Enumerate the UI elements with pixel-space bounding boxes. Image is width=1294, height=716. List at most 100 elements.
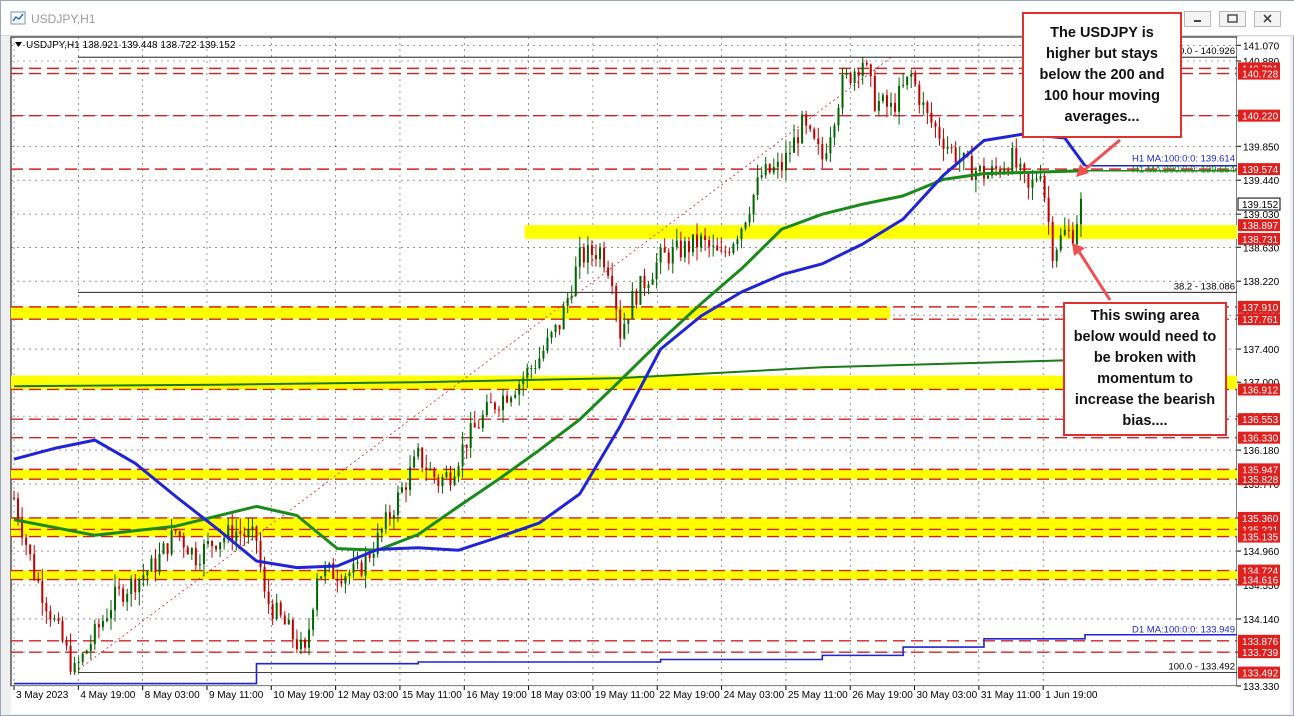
- candle-body: [33, 554, 36, 579]
- candle-body: [162, 543, 165, 554]
- candle-body: [631, 290, 634, 319]
- candle-body: [910, 74, 913, 77]
- candle-body: [1027, 173, 1030, 188]
- x-axis-tick-label: 12 May 03:00: [338, 690, 399, 701]
- price-flag-label: 135.135: [1242, 533, 1279, 544]
- candle-body: [469, 423, 472, 448]
- candle-body: [437, 477, 440, 486]
- candle-body: [41, 581, 44, 603]
- candle-body: [481, 415, 484, 428]
- x-axis-tick-label: 19 May 11:00: [595, 690, 655, 701]
- candle-body: [700, 235, 703, 248]
- candle-body: [801, 114, 804, 144]
- candle-body: [1031, 179, 1034, 188]
- price-flag-label: 140.728: [1242, 70, 1279, 81]
- candle-body: [1079, 198, 1082, 225]
- candle-body: [126, 594, 129, 602]
- price-flag-label: 135.360: [1242, 514, 1279, 525]
- candle-body: [433, 468, 436, 478]
- candle-body: [344, 576, 347, 584]
- candle-body: [663, 247, 666, 253]
- candle-body: [372, 553, 375, 558]
- candle-body: [336, 579, 339, 582]
- candle-body: [392, 515, 395, 519]
- candle-body: [712, 245, 715, 247]
- candle-body: [914, 74, 917, 85]
- x-axis-tick-label: 25 May 11:00: [788, 690, 848, 701]
- y-axis-tick-label: 134.140: [1243, 615, 1280, 626]
- candle-body: [219, 542, 222, 550]
- x-axis-tick-label: 18 May 03:00: [531, 690, 592, 701]
- candle-body: [154, 558, 157, 573]
- candle-body: [405, 487, 408, 490]
- candle-body: [651, 279, 654, 285]
- price-flag-label: 140.220: [1242, 112, 1279, 123]
- candle-body: [748, 214, 751, 223]
- x-axis-tick-label: 10 May 19:00: [273, 690, 334, 701]
- candle-body: [679, 240, 682, 258]
- candle-body: [813, 129, 816, 139]
- candle-body: [978, 165, 981, 171]
- candle-body: [885, 95, 888, 107]
- candle-body: [364, 554, 367, 576]
- y-axis-tick-label: 139.850: [1243, 142, 1280, 153]
- candle-body: [510, 397, 513, 403]
- x-axis-tick-label: 31 May 11:00: [981, 690, 1041, 701]
- price-flag-label: 137.761: [1242, 315, 1279, 326]
- candle-body: [590, 245, 593, 256]
- x-axis-tick-label: 16 May 19:00: [466, 690, 527, 701]
- candle-body: [263, 567, 266, 592]
- candle-body: [190, 548, 193, 555]
- candle-body: [312, 609, 315, 630]
- candle-body: [772, 167, 775, 173]
- candle-body: [360, 562, 363, 576]
- candle-body: [251, 526, 254, 530]
- x-axis-tick-label: 9 May 11:00: [209, 690, 264, 701]
- y-axis-tick-label: 133.330: [1243, 682, 1280, 693]
- candle-body: [1015, 148, 1018, 168]
- candle-body: [736, 239, 739, 245]
- candle-body: [764, 164, 767, 176]
- fibonacci-level-label: 100.0 - 133.492: [1168, 662, 1235, 673]
- candle-body: [877, 100, 880, 111]
- candle-body: [368, 554, 371, 558]
- candle-body: [206, 541, 209, 544]
- candle-body: [223, 537, 226, 543]
- candle-body: [926, 102, 929, 113]
- candle-body: [603, 247, 606, 268]
- candle-body: [291, 619, 294, 640]
- price-flag-label: 138.897: [1242, 221, 1279, 232]
- candle-body: [477, 427, 480, 429]
- candle-body: [704, 235, 707, 241]
- candle-body: [65, 641, 68, 646]
- candle-body: [760, 175, 763, 178]
- candle-body: [918, 84, 921, 105]
- candle-body: [461, 444, 464, 467]
- candle-body: [348, 572, 351, 577]
- candle-body: [845, 73, 848, 75]
- candle-body: [235, 531, 238, 542]
- candle-body: [73, 663, 76, 672]
- candle-body: [849, 73, 852, 83]
- candle-body: [643, 276, 646, 289]
- candle-body: [857, 71, 860, 76]
- candle-body: [538, 358, 541, 368]
- candle-body: [635, 290, 638, 305]
- candle-body: [995, 166, 998, 169]
- candle-body: [283, 615, 286, 625]
- candle-body: [558, 324, 561, 330]
- candle-body: [841, 74, 844, 108]
- candle-body: [881, 95, 884, 101]
- candle-body: [97, 624, 100, 628]
- candle-body: [445, 472, 448, 478]
- candle-body: [659, 247, 662, 263]
- candle-body: [13, 498, 15, 500]
- candle-body: [1011, 148, 1014, 173]
- candle-body: [25, 537, 28, 545]
- candle-body: [934, 122, 937, 127]
- candle-body: [615, 286, 618, 310]
- candle-body: [441, 477, 444, 486]
- candle-body: [158, 553, 161, 573]
- candle-body: [243, 533, 246, 537]
- y-axis-tick-label: 139.440: [1243, 176, 1280, 187]
